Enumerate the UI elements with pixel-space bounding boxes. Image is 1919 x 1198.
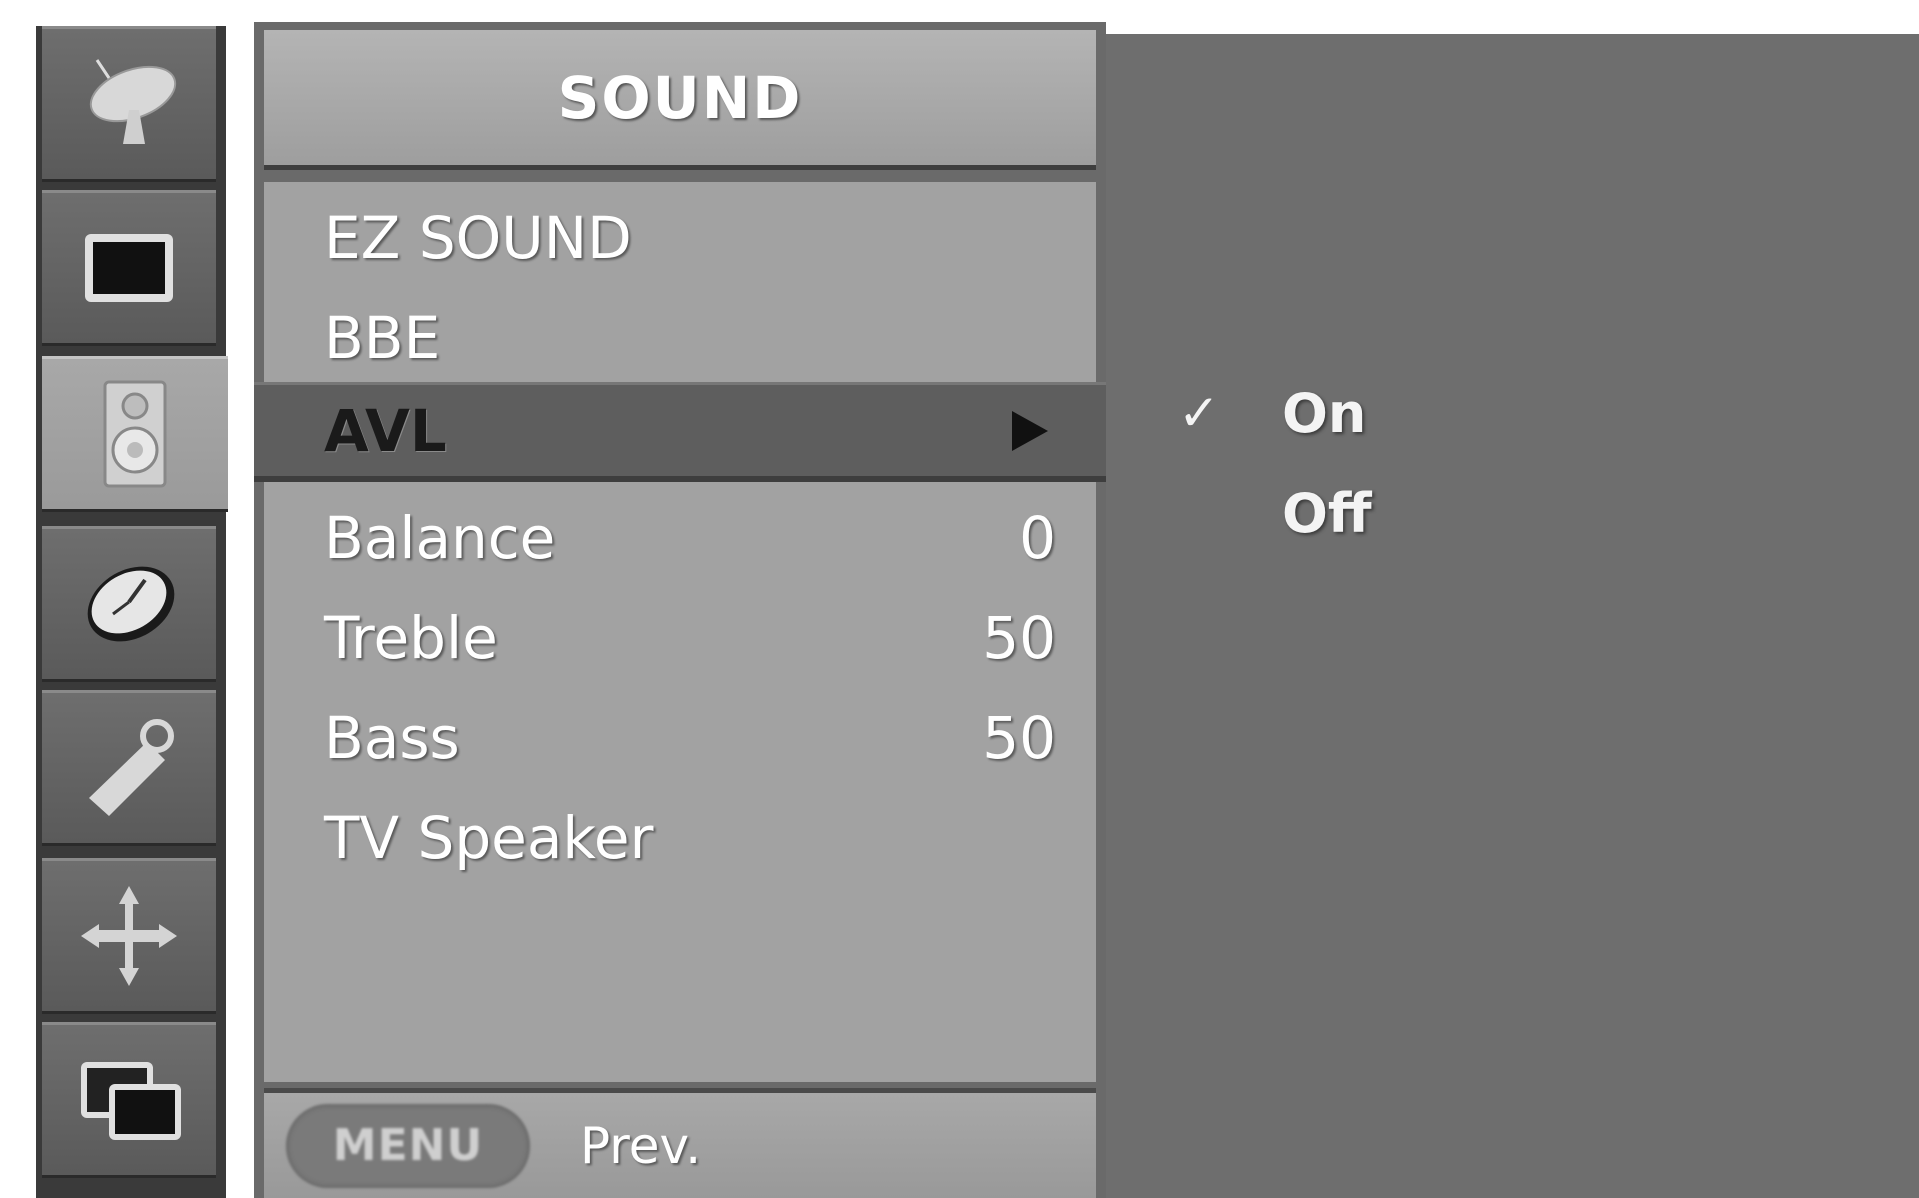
menu-item-bass[interactable]: Bass 50 [264, 688, 1096, 788]
sidebar-tab-station[interactable] [42, 26, 216, 182]
option-off[interactable]: Off [1282, 482, 1372, 545]
menu-item-ez-sound[interactable]: EZ SOUND [264, 188, 1096, 288]
avl-submenu-panel: ✓ On Off [1106, 34, 1919, 1198]
menu-footer: MENU Prev. [264, 1088, 1096, 1198]
menu-item-avl[interactable]: AVL [254, 382, 1106, 482]
menu-item-label: Balance [324, 504, 556, 572]
sound-menu-panel: SOUND EZ SOUND BBE AVL Balance 0 Treble … [254, 22, 1106, 1198]
menu-item-value: 0 [1019, 504, 1056, 572]
wrench-icon [89, 719, 174, 816]
category-sidebar [36, 26, 228, 1198]
menu-item-label: Treble [324, 604, 498, 672]
submenu-arrow-icon [1012, 410, 1048, 451]
menu-list: EZ SOUND BBE AVL Balance 0 Treble 50 Bas… [254, 182, 1106, 1082]
sidebar-tab-picture[interactable] [42, 190, 216, 346]
tv-osd-screen: SOUND EZ SOUND BBE AVL Balance 0 Treble … [0, 0, 1919, 1198]
menu-title: SOUND [264, 30, 1096, 170]
menu-item-label: Bass [324, 704, 460, 772]
option-on[interactable]: On [1282, 382, 1366, 445]
satellite-dish-icon [89, 59, 177, 144]
speaker-icon [103, 380, 167, 488]
prev-hint: Prev. [580, 1116, 702, 1175]
menu-button[interactable]: MENU [286, 1103, 530, 1188]
menu-item-treble[interactable]: Treble 50 [264, 588, 1096, 688]
check-icon: ✓ [1178, 384, 1220, 442]
menu-item-value: 50 [982, 704, 1056, 772]
move-icon [81, 886, 177, 986]
menu-item-balance[interactable]: Balance 0 [264, 488, 1096, 588]
menu-item-value: 50 [982, 604, 1056, 672]
menu-item-label: BBE [324, 304, 441, 372]
menu-item-label: TV Speaker [324, 804, 654, 872]
sidebar-tab-sound[interactable] [42, 356, 228, 512]
menu-item-label: EZ SOUND [324, 204, 632, 272]
menu-item-label: AVL [324, 396, 447, 465]
picture-icon [85, 234, 173, 302]
sidebar-tab-screen[interactable] [42, 858, 216, 1014]
sidebar-tab-time[interactable] [42, 526, 216, 682]
pip-icon [81, 1062, 181, 1140]
clock-icon [87, 566, 175, 642]
menu-item-bbe[interactable]: BBE [264, 288, 1096, 388]
sidebar-tab-option[interactable] [42, 690, 216, 846]
sidebar-tab-pip[interactable] [42, 1022, 216, 1178]
menu-item-tv-speaker[interactable]: TV Speaker [264, 788, 1096, 888]
